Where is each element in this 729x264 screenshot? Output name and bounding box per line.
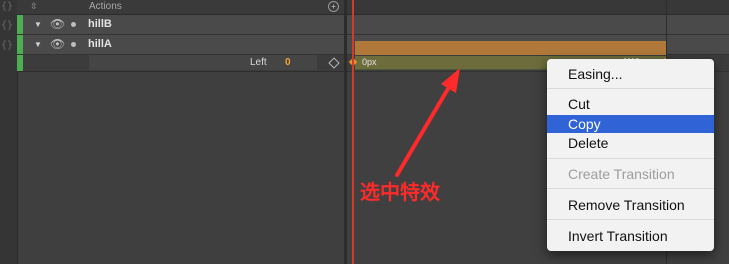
menu-item-remove-transition[interactable]: Remove Transition: [547, 196, 714, 214]
context-menu: Easing... Cut Copy Delete Create Transit…: [547, 59, 714, 251]
menu-separator: [547, 219, 714, 220]
menu-item-copy[interactable]: Copy: [547, 115, 714, 133]
annotation-label: 选中特效: [360, 182, 440, 204]
menu-separator: [547, 188, 714, 189]
menu-item-delete[interactable]: Delete: [547, 134, 714, 152]
menu-item-invert-transition[interactable]: Invert Transition: [547, 227, 714, 245]
menu-item-create-transition: Create Transition: [568, 166, 675, 182]
menu-separator: [547, 158, 714, 159]
menu-item-easing[interactable]: Easing...: [547, 65, 714, 83]
menu-item-cut[interactable]: Cut: [547, 95, 714, 113]
menu-separator: [547, 88, 714, 89]
